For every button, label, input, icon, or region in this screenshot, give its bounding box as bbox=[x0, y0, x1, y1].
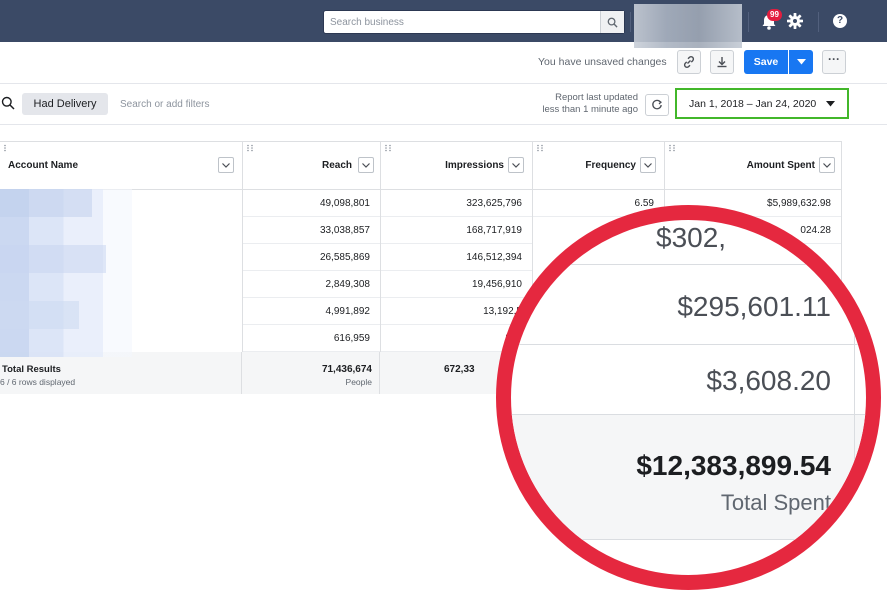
export-button[interactable] bbox=[710, 50, 734, 74]
divider bbox=[0, 124, 887, 125]
gear-icon[interactable] bbox=[786, 12, 804, 30]
table-cell-reach: 4,991,892 bbox=[243, 298, 380, 325]
filter-search-input[interactable] bbox=[120, 94, 320, 114]
drag-handle-icon[interactable] bbox=[246, 144, 254, 152]
total-reach: 71,436,674 bbox=[321, 364, 372, 375]
refresh-icon bbox=[652, 99, 662, 110]
business-search-box[interactable] bbox=[323, 10, 625, 34]
magnified-value: $3,608.20 bbox=[706, 365, 831, 396]
magnified-value-partial: $302, bbox=[656, 222, 727, 253]
search-icon bbox=[1, 96, 15, 110]
table-cell-reach: 2,849,308 bbox=[243, 271, 380, 298]
redacted-band bbox=[0, 301, 80, 329]
header-label: Impressions bbox=[445, 160, 504, 171]
more-options-button[interactable]: ··· bbox=[822, 50, 846, 74]
magnified-value: $295,601.11 bbox=[677, 291, 831, 322]
header-label: Reach bbox=[321, 160, 352, 171]
magnified-amount-spent: $302, $295,601.11 $3,608.20 $12,383,899.… bbox=[511, 220, 866, 575]
date-range-text: Jan 1, 2018 – Jan 24, 2020 bbox=[689, 97, 817, 110]
table-cell-reach: 49,098,801 bbox=[243, 190, 380, 217]
table-cell-reach: 616,959 bbox=[243, 325, 380, 352]
link-icon bbox=[683, 56, 695, 68]
rows-displayed-text: 6 / 6 rows displayed bbox=[0, 377, 76, 387]
report-last-updated: Report last updated less than 1 minute a… bbox=[524, 92, 638, 116]
redacted-band bbox=[0, 245, 106, 273]
magnified-total-label: Total Spent bbox=[720, 490, 831, 515]
report-updated-time: less than 1 minute ago bbox=[542, 104, 638, 115]
chevron-down-icon bbox=[826, 101, 835, 107]
report-updated-line: Report last updated bbox=[555, 92, 638, 103]
unsaved-changes-text: You have unsaved changes bbox=[538, 56, 667, 68]
column-header-account-name[interactable]: Account Name bbox=[0, 142, 242, 190]
column-header-frequency[interactable]: Frequency bbox=[533, 142, 664, 190]
download-icon bbox=[717, 57, 727, 68]
table-cell-impressions: 323,625,796 bbox=[381, 190, 532, 217]
save-options-button[interactable] bbox=[789, 50, 813, 74]
topbar-divider bbox=[630, 12, 631, 32]
column-menu-button[interactable] bbox=[819, 157, 835, 173]
drag-handle-icon[interactable] bbox=[384, 144, 392, 152]
divider bbox=[854, 220, 855, 575]
divider bbox=[379, 352, 380, 394]
total-results-label: Total Results bbox=[2, 364, 61, 375]
table-cell-reach: 33,038,857 bbox=[243, 217, 380, 244]
chevron-down-icon bbox=[823, 162, 831, 168]
column-header-impressions[interactable]: Impressions bbox=[381, 142, 532, 190]
chevron-down-icon bbox=[796, 59, 806, 65]
business-search-input[interactable] bbox=[324, 11, 600, 33]
topbar-divider bbox=[818, 12, 819, 32]
account-names-redacted bbox=[0, 189, 132, 357]
table-cell-impressions: 146,512,394 bbox=[381, 244, 532, 271]
table-cell-impressions: 13,192,5 bbox=[381, 298, 532, 325]
header-label: Frequency bbox=[585, 160, 636, 171]
share-link-button[interactable] bbox=[677, 50, 701, 74]
magnifier-callout: $302, $295,601.11 $3,608.20 $12,383,899.… bbox=[496, 205, 881, 590]
redacted-band bbox=[0, 189, 93, 217]
refresh-button[interactable] bbox=[645, 94, 669, 116]
table-cell-impressions: 19,456,910 bbox=[381, 271, 532, 298]
search-button[interactable] bbox=[600, 11, 624, 33]
drag-handle-icon[interactable] bbox=[668, 144, 676, 152]
magnified-total-spent: $12,383,899.54 bbox=[636, 450, 831, 481]
drag-handle-icon[interactable] bbox=[536, 144, 544, 152]
column-header-reach[interactable]: Reach bbox=[243, 142, 380, 190]
column-menu-button[interactable] bbox=[218, 157, 234, 173]
filter-chip-had-delivery[interactable]: Had Delivery bbox=[22, 93, 108, 115]
total-impressions: 672,33 bbox=[444, 364, 475, 375]
notification-badge: 99 bbox=[767, 9, 782, 21]
header-label: Account Name bbox=[8, 160, 79, 171]
chevron-down-icon bbox=[644, 162, 652, 168]
table-cell-impressions: 168,717,919 bbox=[381, 217, 532, 244]
table-cell-reach: 26,585,869 bbox=[243, 244, 380, 271]
column-menu-button[interactable] bbox=[508, 157, 524, 173]
header-label: Amount Spent bbox=[746, 160, 815, 171]
column-header-amount-spent[interactable]: Amount Spent bbox=[665, 142, 841, 190]
column-menu-button[interactable] bbox=[358, 157, 374, 173]
column-menu-button[interactable] bbox=[640, 157, 656, 173]
topbar-divider bbox=[748, 12, 749, 32]
account-switcher-redacted[interactable] bbox=[634, 4, 742, 48]
total-reach-unit: People bbox=[345, 377, 372, 387]
search-icon bbox=[607, 17, 618, 28]
save-button[interactable]: Save bbox=[744, 50, 788, 74]
divider bbox=[241, 352, 242, 394]
chevron-down-icon bbox=[512, 162, 520, 168]
divider bbox=[0, 83, 887, 84]
date-range-picker[interactable]: Jan 1, 2018 – Jan 24, 2020 bbox=[675, 88, 849, 119]
chevron-down-icon bbox=[222, 162, 230, 168]
chevron-down-icon bbox=[362, 162, 370, 168]
drag-handle-icon[interactable] bbox=[3, 144, 11, 152]
help-icon[interactable]: ? bbox=[833, 14, 847, 28]
